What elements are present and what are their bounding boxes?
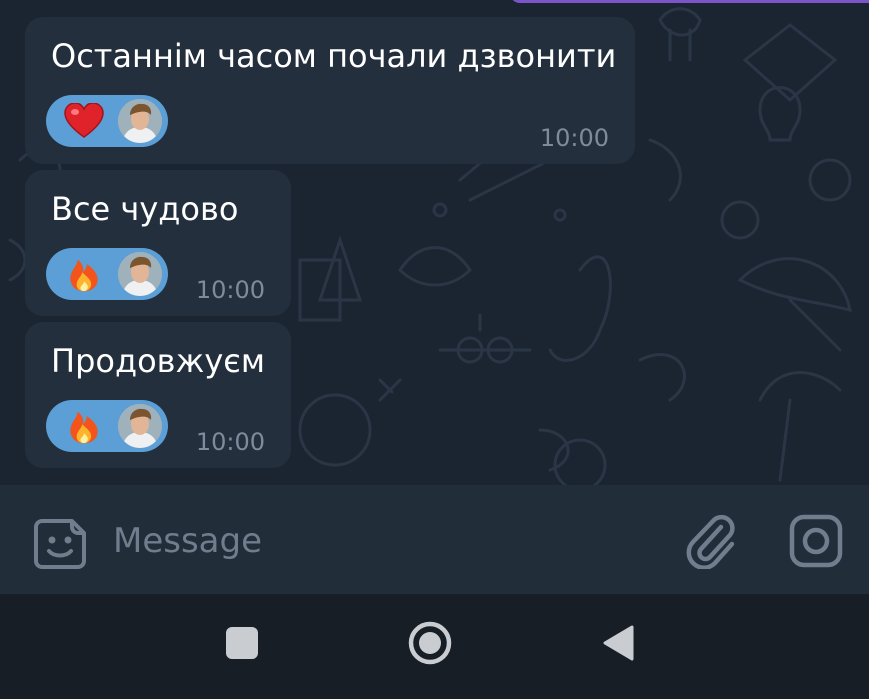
message-time: 10:00 [539, 124, 609, 152]
outgoing-message-bubble-partial[interactable] [510, 0, 869, 3]
message-bubble[interactable]: Останнім часом почали дзвонити 10:00 [25, 17, 635, 164]
fire-icon [70, 411, 98, 444]
reaction-chip[interactable] [46, 248, 168, 300]
heart-icon [64, 103, 104, 138]
avatar [118, 252, 162, 296]
message-text: Все чудово [51, 190, 239, 228]
chat-area[interactable]: Останнім часом почали дзвонити 10:00 Все… [0, 0, 869, 485]
message-input[interactable] [111, 518, 655, 564]
message-bubble[interactable]: Все чудово 10:00 [25, 170, 291, 316]
avatar [118, 99, 162, 143]
avatar [118, 404, 162, 448]
message-text: Продовжуєм [51, 342, 265, 380]
message-text: Останнім часом почали дзвонити [51, 37, 617, 75]
paperclip-icon[interactable] [684, 511, 738, 569]
reaction-chip[interactable] [46, 95, 168, 147]
message-time: 10:00 [195, 276, 265, 304]
back-triangle-icon[interactable] [601, 624, 635, 662]
message-bubble[interactable]: Продовжуєм 10:00 [25, 322, 291, 468]
fire-icon [70, 259, 98, 292]
home-circle-icon[interactable] [407, 620, 453, 666]
message-time: 10:00 [195, 428, 265, 456]
recents-square-icon[interactable] [226, 627, 258, 659]
sticker-emoji-icon[interactable] [32, 515, 88, 571]
reaction-chip[interactable] [46, 400, 168, 452]
instagram-camera-icon[interactable] [788, 513, 844, 569]
